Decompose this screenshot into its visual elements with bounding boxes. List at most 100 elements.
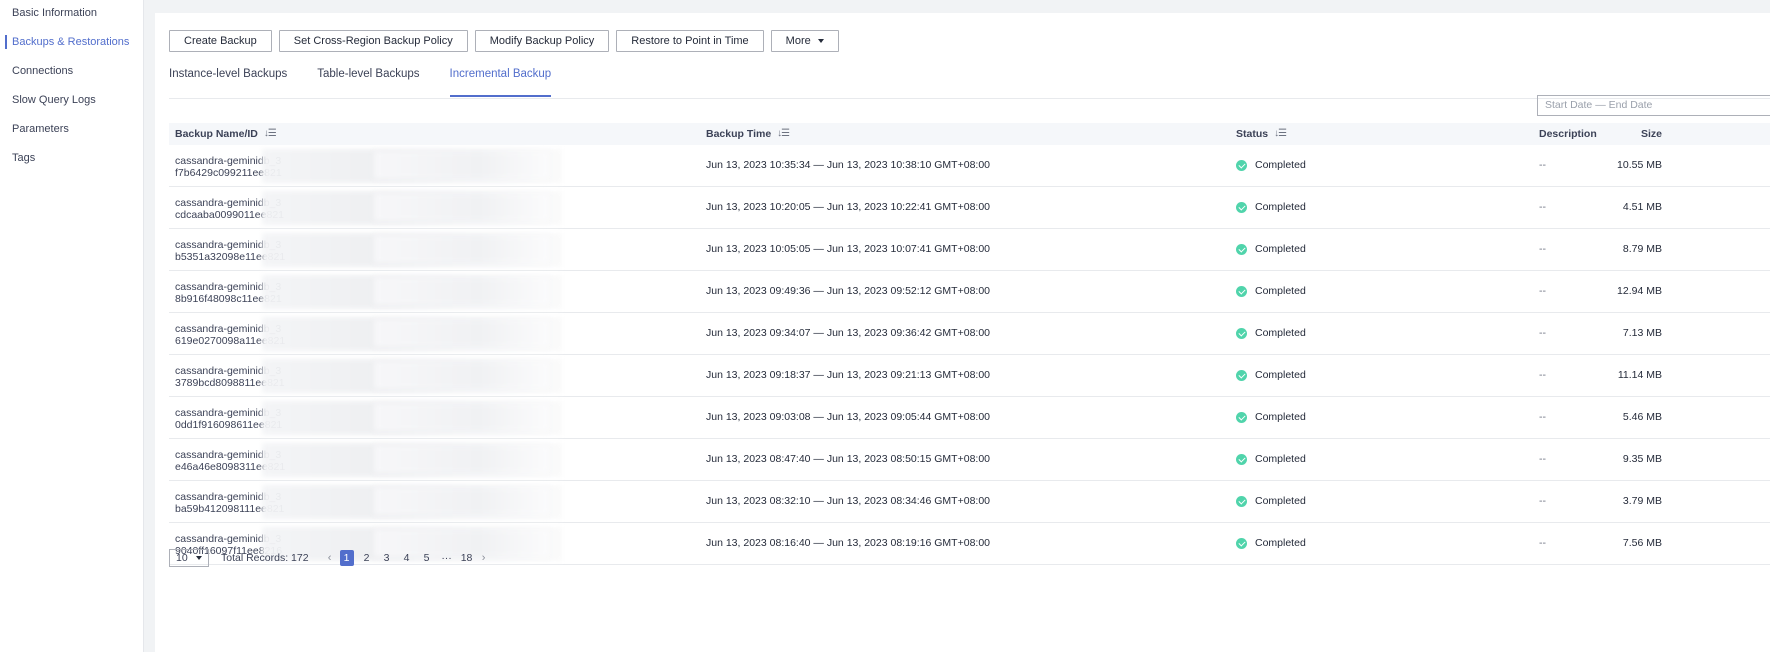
- check-circle-icon: [1236, 496, 1247, 507]
- page-ellipsis[interactable]: ···: [440, 550, 454, 566]
- date-range-picker[interactable]: Start Date — End Date: [1537, 95, 1770, 116]
- toolbar: Create Backup Set Cross-Region Backup Po…: [169, 30, 839, 52]
- table-row: cassandra-geminidb_3 8b916f48098c11ee821 J…: [169, 271, 1770, 313]
- tab[interactable]: Table-level Backups: [317, 63, 419, 97]
- sidebar-item[interactable]: Backups & Restorations: [0, 29, 143, 58]
- pagination: 10 Total Records: 172 ‹ 1 2 3 4 5 ··· 18 ›: [169, 549, 491, 567]
- sidebar-item[interactable]: Tags: [0, 145, 143, 174]
- status-text: Completed: [1255, 453, 1306, 465]
- header-description: Description: [1539, 123, 1597, 145]
- redacted-region: [374, 487, 549, 515]
- redacted-region: [374, 445, 549, 473]
- sidebar-item[interactable]: Basic Information: [0, 0, 143, 29]
- page-number[interactable]: 5: [420, 550, 434, 566]
- header-label: Backup Time: [706, 128, 772, 140]
- backup-time: Jun 13, 2023 10:35:34 — Jun 13, 2023 10:…: [706, 159, 991, 171]
- redacted-region: [374, 361, 549, 389]
- page-number[interactable]: 18: [460, 550, 474, 566]
- backup-time: Jun 13, 2023 10:20:05 — Jun 13, 2023 10:…: [706, 201, 991, 213]
- backup-table: Backup Name/ID ↓☰ Backup Time ↓☰ Status …: [169, 123, 1770, 565]
- backup-size: 7.56 MB: [1622, 537, 1662, 549]
- backup-size: 5.46 MB: [1622, 411, 1662, 423]
- status-cell: Completed: [1236, 481, 1306, 522]
- table-row: cassandra-geminidb_3 b5351a32098e11ee821 J…: [169, 229, 1770, 271]
- header-size: Size: [1641, 123, 1662, 145]
- status-text: Completed: [1255, 327, 1306, 339]
- tab[interactable]: Incremental Backup: [449, 63, 551, 97]
- table-body: cassandra-geminidb_3 f7b6429c099211ee821 J…: [169, 145, 1770, 565]
- modify-backup-policy-button[interactable]: Modify Backup Policy: [474, 30, 610, 52]
- header-backup-time[interactable]: Backup Time ↓☰: [706, 123, 790, 145]
- page-number[interactable]: 2: [360, 550, 374, 566]
- prev-page-icon[interactable]: ‹: [323, 552, 337, 564]
- status-cell: Completed: [1236, 397, 1306, 438]
- check-circle-icon: [1236, 202, 1247, 213]
- check-circle-icon: [1236, 244, 1247, 255]
- backup-description: --: [1539, 285, 1546, 297]
- status-cell: Completed: [1236, 187, 1306, 228]
- backup-time: Jun 13, 2023 08:16:40 — Jun 13, 2023 08:…: [706, 537, 991, 549]
- page-size-select[interactable]: 10: [169, 549, 209, 567]
- page-size-value: 10: [176, 552, 188, 564]
- page-number[interactable]: 4: [400, 550, 414, 566]
- backup-time: Jun 13, 2023 09:03:08 — Jun 13, 2023 09:…: [706, 411, 991, 423]
- backup-description: --: [1539, 495, 1546, 507]
- status-cell: Completed: [1236, 229, 1306, 270]
- check-circle-icon: [1236, 286, 1247, 297]
- check-circle-icon: [1236, 538, 1247, 549]
- redacted-region: [374, 235, 549, 263]
- status-text: Completed: [1255, 243, 1306, 255]
- backup-size: 10.55 MB: [1617, 159, 1662, 171]
- backup-size: 7.13 MB: [1622, 327, 1662, 339]
- status-cell: Completed: [1236, 271, 1306, 312]
- header-status[interactable]: Status ↓☰: [1236, 123, 1287, 145]
- sidebar-item[interactable]: Parameters: [0, 116, 143, 145]
- table-row: cassandra-geminidb_3 cdcaaba0099011ee821 J…: [169, 187, 1770, 229]
- next-page-icon[interactable]: ›: [477, 552, 491, 564]
- table-header: Backup Name/ID ↓☰ Backup Time ↓☰ Status …: [169, 123, 1770, 145]
- backup-size: 4.51 MB: [1622, 201, 1662, 213]
- table-row: cassandra-geminidb_3 0dd1f916098611ee821 J…: [169, 397, 1770, 439]
- table-row: cassandra-geminidb_3 ba59b412098111ee821 J…: [169, 481, 1770, 523]
- backup-size: 12.94 MB: [1617, 285, 1662, 297]
- status-text: Completed: [1255, 159, 1306, 171]
- page-number[interactable]: 1: [339, 550, 354, 566]
- backup-size: 3.79 MB: [1622, 495, 1662, 507]
- table-row: cassandra-geminidb_3 e46a46e8098311ee821 J…: [169, 439, 1770, 481]
- more-dropdown-button[interactable]: More: [770, 30, 839, 52]
- backup-size: 9.35 MB: [1622, 453, 1662, 465]
- create-backup-button[interactable]: Create Backup: [169, 30, 272, 52]
- table-row: cassandra-geminidb_3 f7b6429c099211ee821 J…: [169, 145, 1770, 187]
- header-backup-name[interactable]: Backup Name/ID ↓☰: [175, 123, 277, 145]
- header-label: Size: [1640, 128, 1662, 140]
- status-cell: Completed: [1236, 523, 1306, 564]
- redacted-region: [374, 151, 549, 179]
- sort-icon[interactable]: ↓☰: [264, 123, 277, 145]
- backup-time: Jun 13, 2023 09:18:37 — Jun 13, 2023 09:…: [706, 369, 991, 381]
- sidebar-item[interactable]: Connections: [0, 58, 143, 87]
- page-number[interactable]: 3: [380, 550, 394, 566]
- check-circle-icon: [1236, 454, 1247, 465]
- caret-down-icon: [196, 556, 202, 560]
- sort-icon[interactable]: ↓☰: [777, 123, 790, 145]
- filter-icon[interactable]: ↓☰: [1274, 123, 1287, 145]
- sidebar: Basic Information Backups & Restorations C…: [0, 0, 144, 652]
- sidebar-item[interactable]: Slow Query Logs: [0, 87, 143, 116]
- tab[interactable]: Instance-level Backups: [169, 63, 287, 97]
- status-text: Completed: [1255, 201, 1306, 213]
- backup-time: Jun 13, 2023 08:32:10 — Jun 13, 2023 08:…: [706, 495, 991, 507]
- backup-description: --: [1539, 243, 1546, 255]
- backup-size: 8.79 MB: [1622, 243, 1662, 255]
- total-records: Total Records: 172: [221, 552, 309, 564]
- cross-region-policy-button[interactable]: Set Cross-Region Backup Policy: [278, 30, 468, 52]
- restore-point-in-time-button[interactable]: Restore to Point in Time: [616, 30, 764, 52]
- header-label: Status: [1236, 128, 1269, 140]
- table-row: cassandra-geminidb_3 619e0270098a11ee821 J…: [169, 313, 1770, 355]
- backup-description: --: [1539, 327, 1546, 339]
- header-label: Description: [1539, 128, 1597, 140]
- sidebar-menu: Basic Information Backups & Restorations C…: [0, 0, 143, 174]
- main-panel: Create Backup Set Cross-Region Backup Po…: [155, 13, 1770, 652]
- backup-size: 11.14 MB: [1617, 369, 1662, 381]
- redacted-region: [374, 193, 549, 221]
- status-text: Completed: [1255, 411, 1306, 423]
